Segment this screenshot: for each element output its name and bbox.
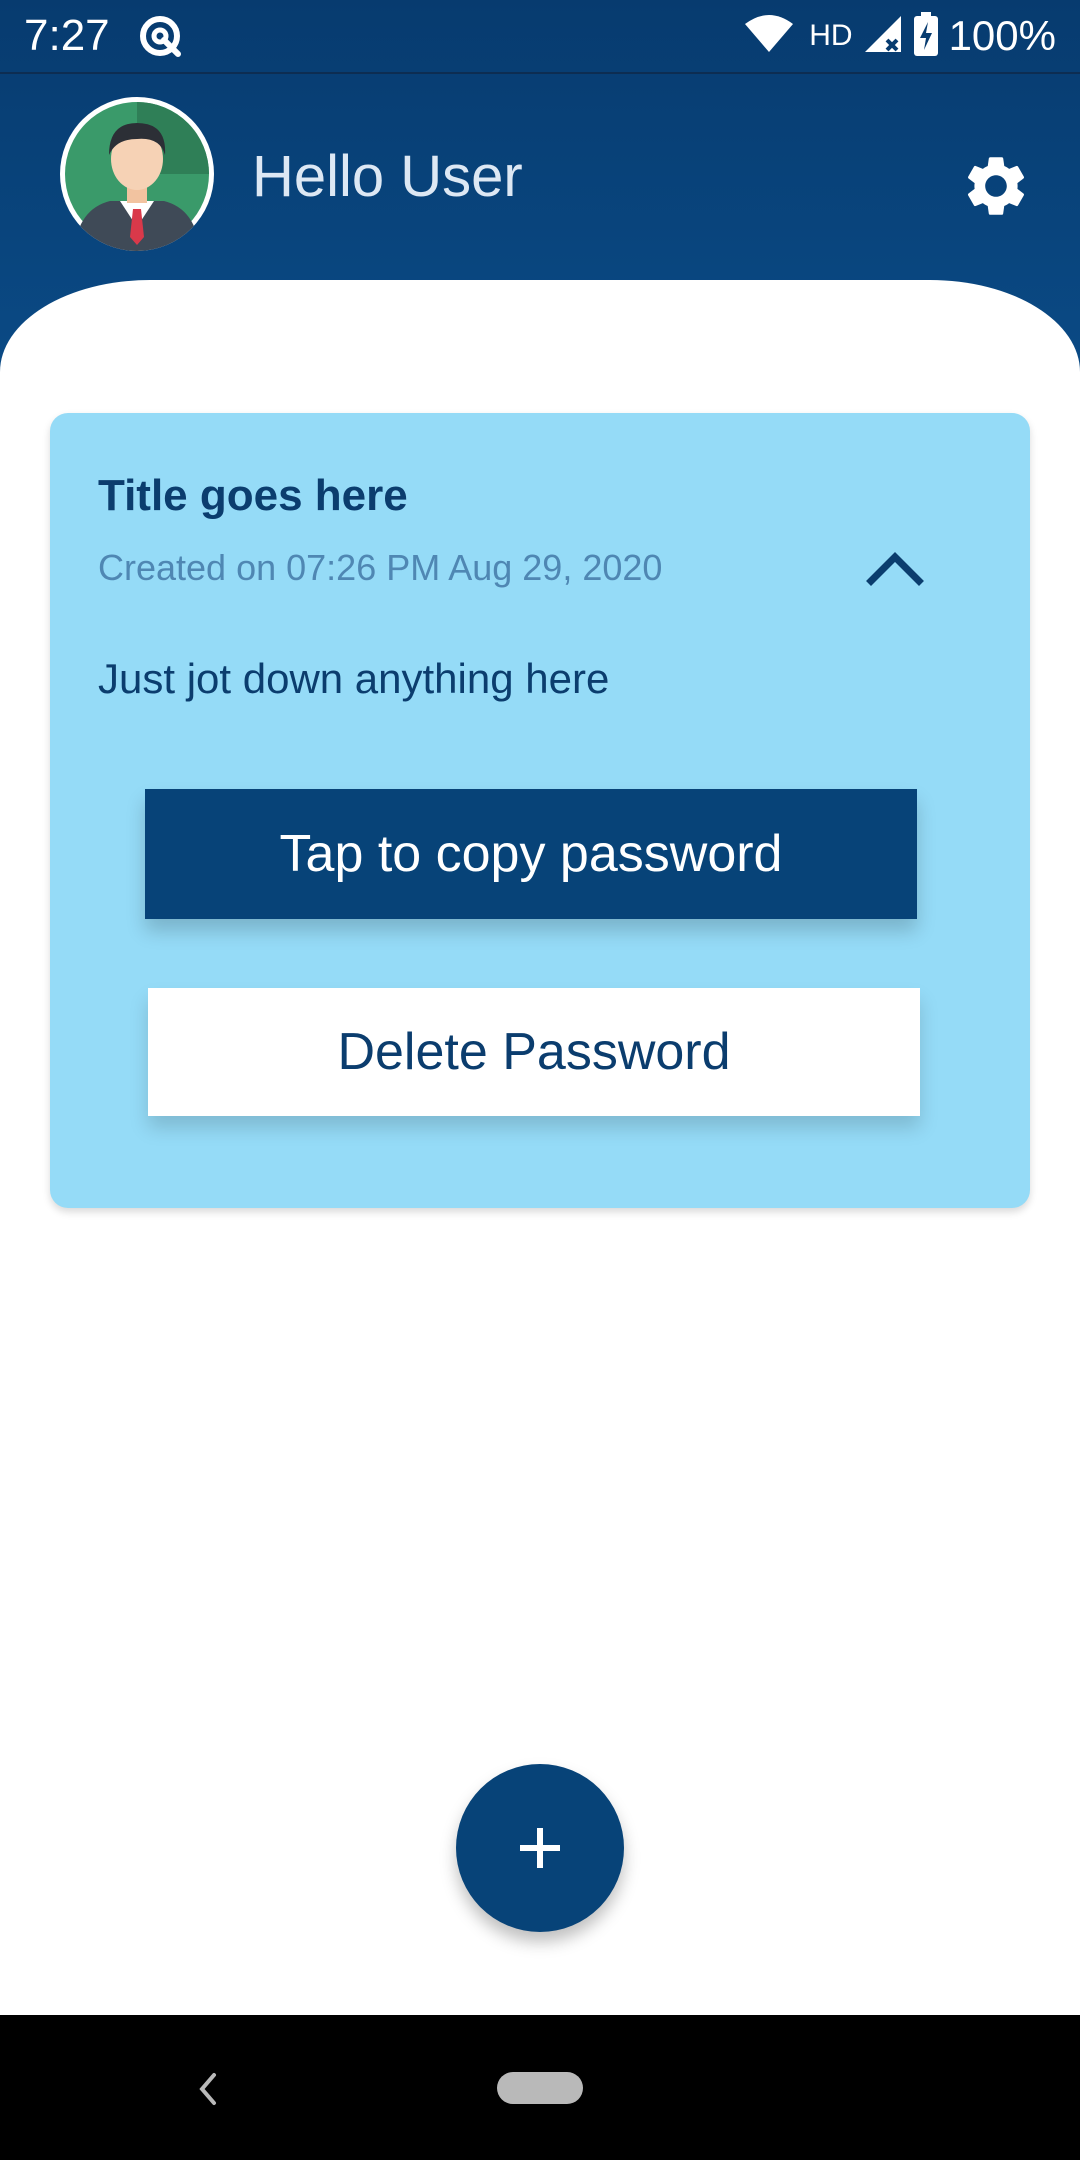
delete-password-button[interactable]: Delete Password	[148, 988, 920, 1116]
add-password-button[interactable]	[456, 1764, 624, 1932]
chevron-up-icon[interactable]	[865, 543, 925, 593]
status-bar: 7:27 HD 100%	[0, 0, 1080, 72]
network-type-label: HD	[809, 19, 853, 52]
battery-charging-icon	[913, 11, 939, 61]
card-title: Title goes here	[98, 471, 408, 520]
battery-percent: 100%	[948, 12, 1056, 59]
home-pill-icon[interactable]	[497, 2072, 583, 2104]
status-time: 7:27	[24, 11, 110, 60]
plus-icon	[520, 1828, 560, 1868]
status-indicators: HD 100%	[743, 8, 1056, 64]
settings-button[interactable]	[960, 150, 1032, 222]
wifi-icon	[743, 14, 795, 59]
gear-icon	[967, 157, 1025, 215]
card-note-text: Just jot down anything here	[98, 655, 610, 702]
password-card[interactable]: Title goes here Created on 07:26 PM Aug …	[50, 413, 1030, 1208]
app-at-icon	[136, 12, 184, 60]
card-created-date: Created on 07:26 PM Aug 29, 2020	[98, 547, 663, 588]
signal-icon	[863, 14, 903, 59]
back-chevron-icon[interactable]	[192, 2069, 224, 2109]
copy-password-button[interactable]: Tap to copy password	[145, 789, 917, 919]
system-nav-bar	[0, 2015, 1080, 2160]
avatar[interactable]	[60, 97, 214, 251]
status-divider	[0, 72, 1080, 74]
greeting-text: Hello User	[252, 144, 523, 209]
